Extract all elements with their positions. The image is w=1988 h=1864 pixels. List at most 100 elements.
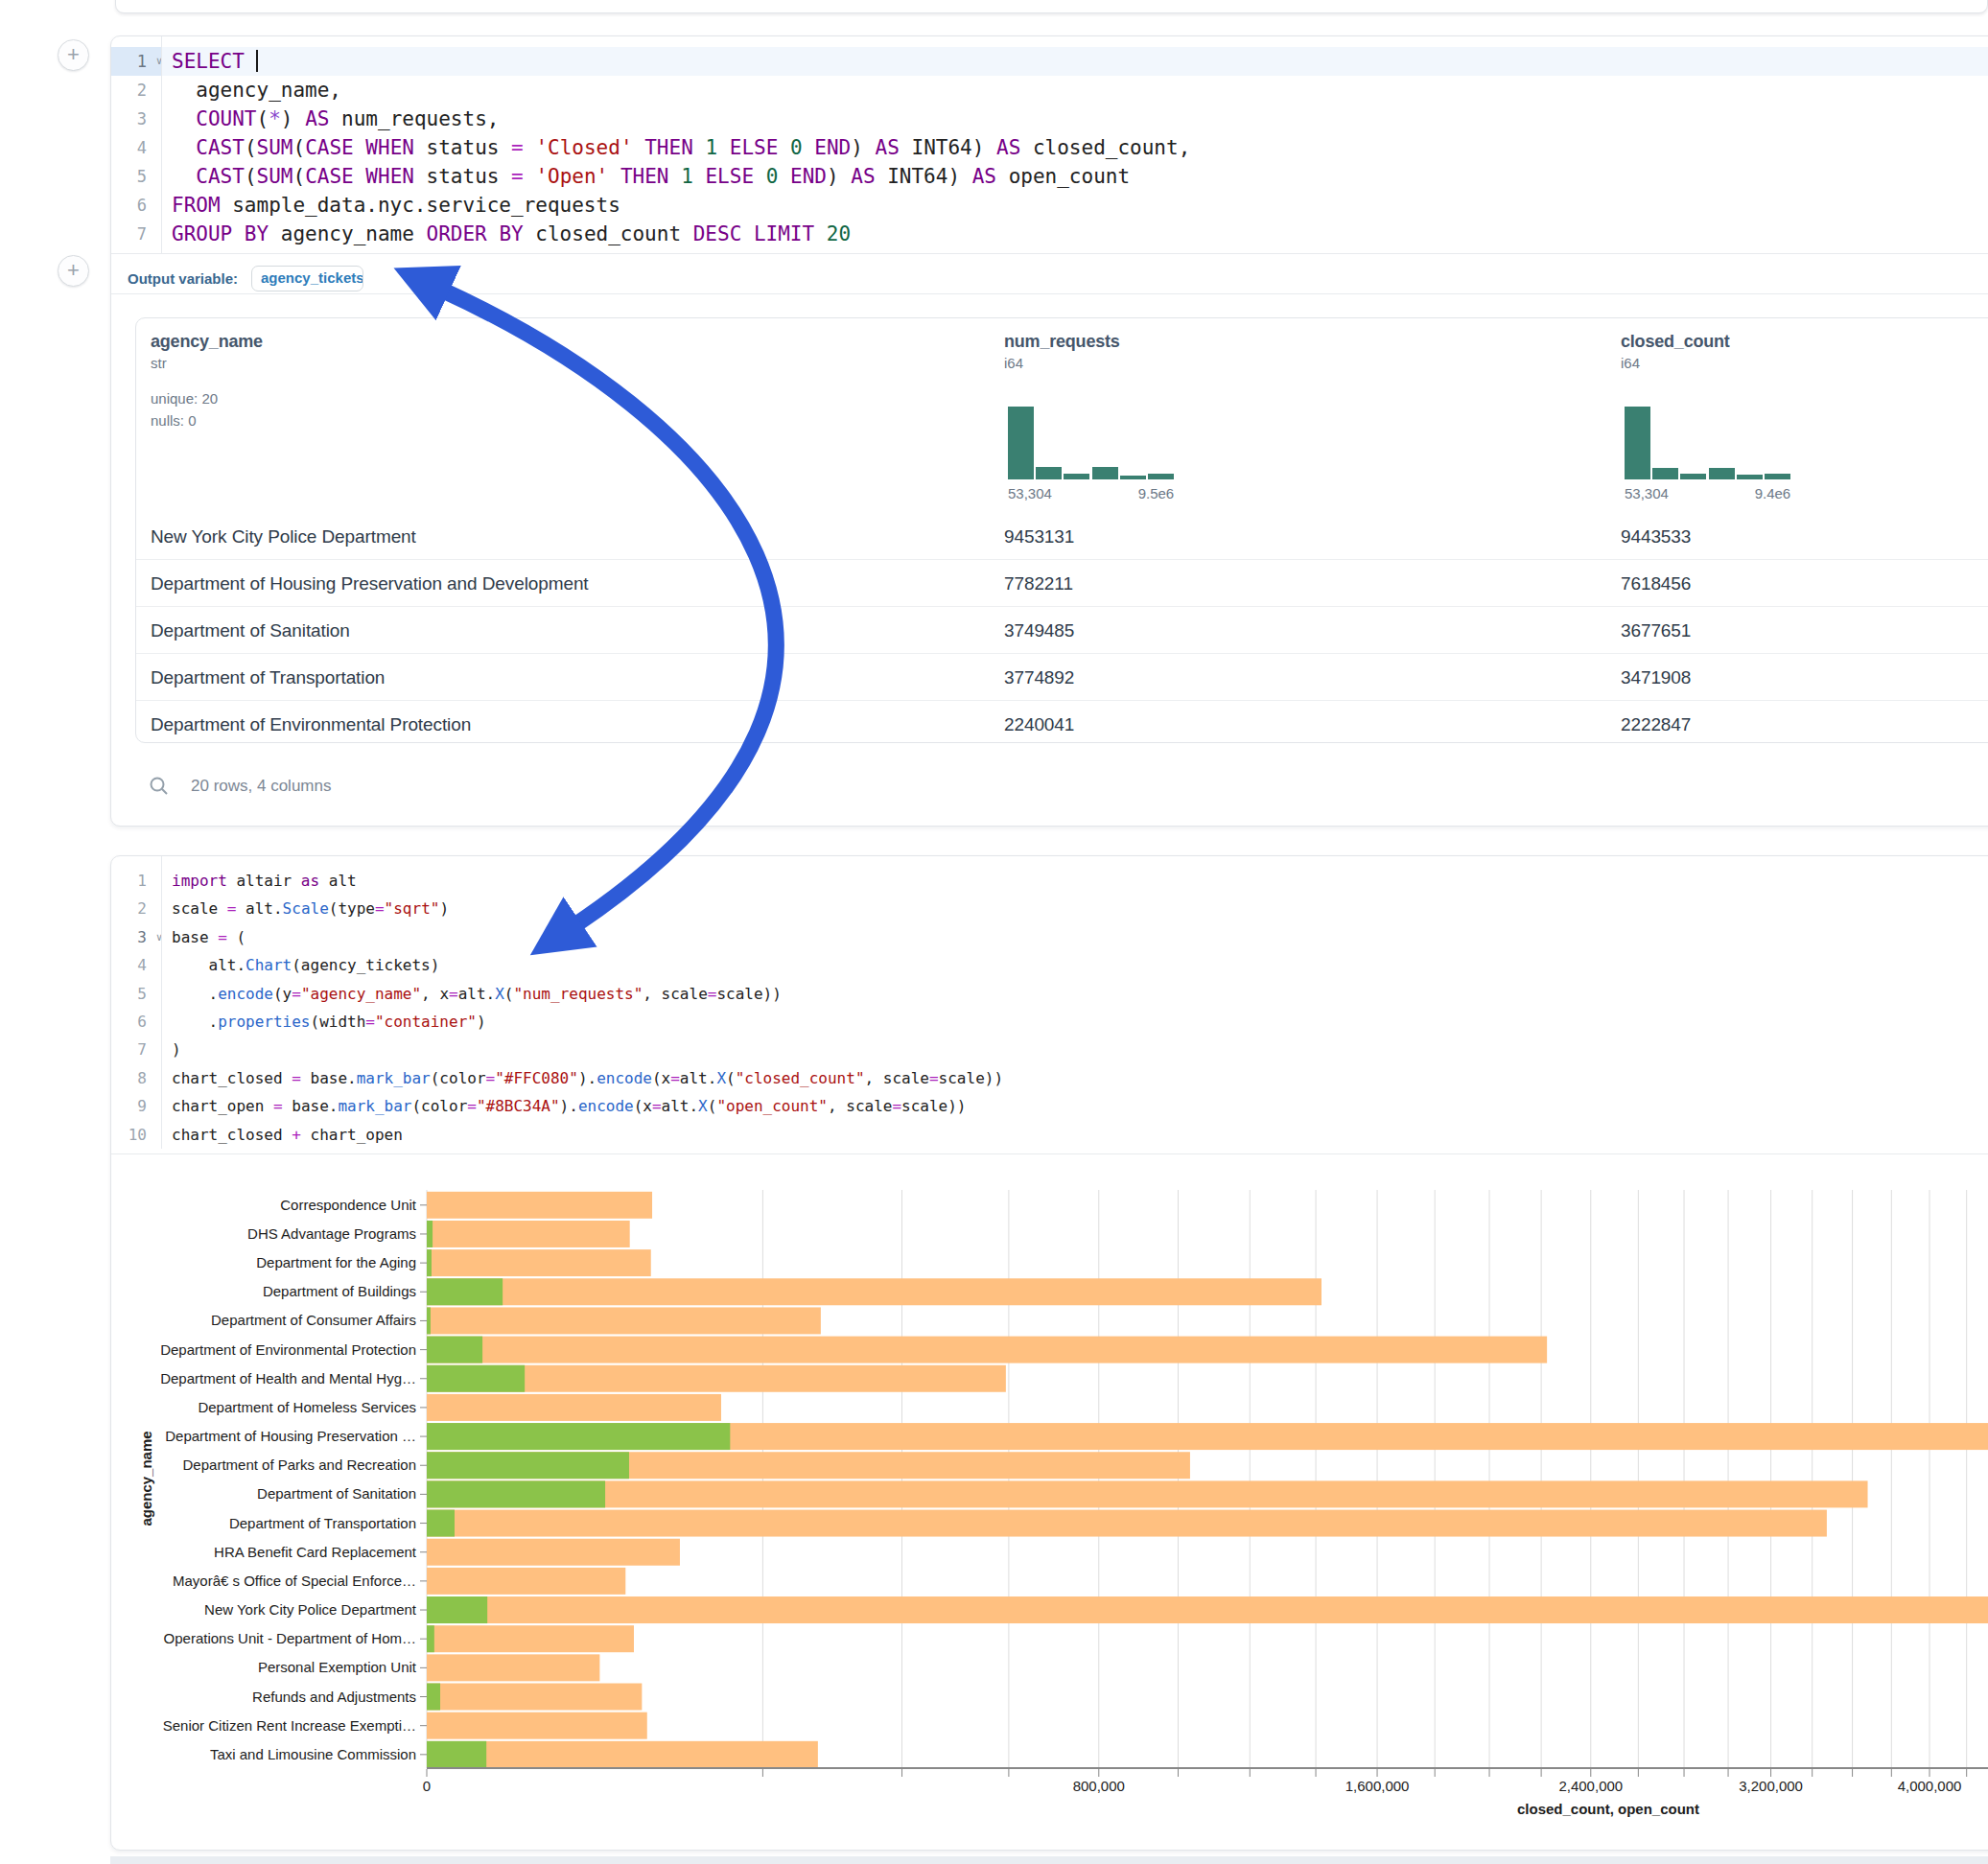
open-bar bbox=[427, 1741, 486, 1768]
svg-text:Taxi and Limousine Commission: Taxi and Limousine Commission bbox=[210, 1746, 416, 1762]
svg-text:Department for the Aging: Department for the Aging bbox=[256, 1254, 416, 1270]
svg-text:Department of Housing Preserva: Department of Housing Preservation … bbox=[165, 1428, 416, 1444]
open-bar bbox=[427, 1423, 730, 1450]
sql-code-cell: 1∨SELECT 2 agency_name,3 COUNT(*) AS num… bbox=[110, 35, 1988, 827]
svg-text:Correspondence Unit: Correspondence Unit bbox=[280, 1197, 417, 1213]
code-line[interactable]: 3 COUNT(*) AS num_requests, bbox=[111, 105, 1988, 133]
chevron-spacer bbox=[147, 895, 172, 922]
code-line[interactable]: 5 .encode(y="agency_name", x=alt.X("num_… bbox=[111, 980, 1988, 1008]
svg-text:New York City Police Departmen: New York City Police Department bbox=[204, 1601, 417, 1618]
svg-text:2,400,000: 2,400,000 bbox=[1558, 1778, 1623, 1794]
code-line[interactable]: 2 agency_name, bbox=[111, 76, 1988, 105]
closed-bar bbox=[427, 1221, 630, 1247]
previous-cell-fragment bbox=[115, 0, 1988, 13]
svg-text:Department of Health and Menta: Department of Health and Mental Hyg… bbox=[160, 1370, 416, 1386]
add-cell-button-output[interactable]: + bbox=[58, 255, 89, 287]
table-summary: 20 rows, 4 columns bbox=[191, 777, 331, 796]
chevron-spacer bbox=[147, 76, 172, 105]
open-bar bbox=[427, 1510, 455, 1537]
code-line[interactable]: 6FROM sample_data.nyc.service_requests bbox=[111, 191, 1988, 220]
collapse-chevron-icon[interactable]: ∨ bbox=[147, 923, 172, 951]
svg-text:Refunds and Adjustments: Refunds and Adjustments bbox=[252, 1689, 416, 1705]
open-bar bbox=[427, 1625, 434, 1652]
svg-text:Department of Parks and Recrea: Department of Parks and Recreation bbox=[183, 1456, 416, 1473]
python-code-cell: 1import altair as alt2scale = alt.Scale(… bbox=[110, 855, 1988, 1851]
table-row[interactable]: New York City Police Department945313194… bbox=[136, 513, 1988, 560]
svg-text:1,600,000: 1,600,000 bbox=[1345, 1778, 1410, 1794]
closed-bar bbox=[427, 1307, 821, 1334]
code-line[interactable]: 1import altair as alt bbox=[111, 867, 1988, 895]
chevron-spacer bbox=[147, 1092, 172, 1120]
chevron-spacer bbox=[147, 980, 172, 1008]
table-row[interactable]: Department of Transportation377489234719… bbox=[136, 654, 1988, 701]
code-line[interactable]: 1∨SELECT bbox=[111, 47, 1988, 76]
open-bar bbox=[427, 1684, 440, 1711]
table-row[interactable]: Department of Sanitation37494853677651 bbox=[136, 607, 1988, 654]
code-line[interactable]: 4 alt.Chart(agency_tickets) bbox=[111, 951, 1988, 979]
code-line[interactable]: 4 CAST(SUM(CASE WHEN status = 'Closed' T… bbox=[111, 133, 1988, 162]
closed-bar bbox=[427, 1713, 647, 1739]
add-cell-button-top[interactable]: + bbox=[58, 39, 89, 71]
closed-bar bbox=[427, 1337, 1547, 1363]
output-variable-label: Output variable: bbox=[128, 270, 238, 287]
svg-text:Department of Homeless Service: Department of Homeless Services bbox=[198, 1399, 416, 1415]
svg-text:0: 0 bbox=[423, 1778, 431, 1794]
open-bar bbox=[427, 1249, 432, 1276]
svg-text:4,000,000: 4,000,000 bbox=[1898, 1778, 1962, 1794]
open-bar bbox=[427, 1452, 629, 1479]
chevron-spacer bbox=[147, 105, 172, 133]
chevron-spacer bbox=[147, 951, 172, 979]
code-line[interactable]: 9chart_open = base.mark_bar(color="#8BC3… bbox=[111, 1092, 1988, 1120]
table-row[interactable]: Department of Housing Preservation and D… bbox=[136, 560, 1988, 607]
open-bar bbox=[427, 1337, 482, 1363]
svg-text:HRA Benefit Card Replacement: HRA Benefit Card Replacement bbox=[214, 1544, 417, 1560]
result-table: agency_namestrunique: 20nulls: 0num_requ… bbox=[135, 317, 1988, 743]
closed-bar bbox=[427, 1568, 625, 1595]
closed-bar bbox=[427, 1625, 634, 1652]
svg-text:closed_count, open_count: closed_count, open_count bbox=[1517, 1801, 1699, 1817]
open-bar bbox=[427, 1278, 503, 1305]
chevron-spacer bbox=[147, 162, 172, 191]
svg-text:Department of Environmental Pr: Department of Environmental Protection bbox=[160, 1341, 416, 1358]
svg-text:800,000: 800,000 bbox=[1073, 1778, 1125, 1794]
table-row[interactable]: Department of Environmental Protection22… bbox=[136, 701, 1988, 743]
next-cell-fragment bbox=[110, 1856, 1988, 1864]
code-line[interactable]: 7GROUP BY agency_name ORDER BY closed_co… bbox=[111, 220, 1988, 248]
svg-text:Personal Exemption Unit: Personal Exemption Unit bbox=[258, 1659, 417, 1675]
chevron-spacer bbox=[147, 1008, 172, 1036]
chevron-spacer bbox=[147, 220, 172, 248]
code-line[interactable]: 8chart_closed = base.mark_bar(color="#FF… bbox=[111, 1064, 1988, 1092]
search-icon[interactable] bbox=[149, 776, 170, 797]
svg-text:Mayorâ€ s Office of Special En: Mayorâ€ s Office of Special Enforce… bbox=[173, 1573, 416, 1589]
code-line[interactable]: 3∨base = ( bbox=[111, 923, 1988, 951]
chevron-spacer bbox=[147, 1064, 172, 1092]
open-bar bbox=[427, 1221, 433, 1247]
code-line[interactable]: 5 CAST(SUM(CASE WHEN status = 'Open' THE… bbox=[111, 162, 1988, 191]
closed-bar bbox=[427, 1249, 651, 1276]
collapse-chevron-icon[interactable]: ∨ bbox=[147, 47, 172, 76]
chevron-spacer bbox=[147, 867, 172, 895]
code-line[interactable]: 7) bbox=[111, 1036, 1988, 1063]
text-cursor bbox=[256, 50, 258, 72]
code-line[interactable]: 10chart_closed + chart_open bbox=[111, 1121, 1988, 1149]
column-header[interactable]: agency_namestrunique: 20nulls: 0 bbox=[151, 318, 263, 513]
svg-text:DHS Advantage Programs: DHS Advantage Programs bbox=[247, 1225, 416, 1242]
chevron-spacer bbox=[147, 1121, 172, 1149]
svg-text:Senior Citizen Rent Increase E: Senior Citizen Rent Increase Exempti… bbox=[163, 1717, 416, 1734]
open-bar bbox=[427, 1596, 487, 1623]
altair-chart: Correspondence Unit DHS Advantage Program… bbox=[111, 1153, 1988, 1850]
code-line[interactable]: 6 .properties(width="container") bbox=[111, 1008, 1988, 1036]
closed-bar bbox=[427, 1394, 721, 1421]
closed-bar bbox=[427, 1654, 599, 1681]
svg-text:Operations Unit - Department o: Operations Unit - Department of Hom… bbox=[164, 1630, 416, 1646]
sql-editor[interactable]: 1∨SELECT 2 agency_name,3 COUNT(*) AS num… bbox=[111, 47, 1988, 248]
chevron-spacer bbox=[147, 191, 172, 220]
closed-bar bbox=[427, 1278, 1321, 1305]
code-line[interactable]: 2scale = alt.Scale(type="sqrt") bbox=[111, 895, 1988, 922]
closed-bar bbox=[427, 1596, 1988, 1623]
output-variable-chip[interactable]: agency_tickets bbox=[251, 266, 363, 291]
closed-bar bbox=[427, 1510, 1827, 1537]
svg-text:Department of Transportation: Department of Transportation bbox=[229, 1515, 416, 1531]
python-editor[interactable]: 1import altair as alt2scale = alt.Scale(… bbox=[111, 867, 1988, 1149]
closed-bar bbox=[427, 1539, 680, 1566]
